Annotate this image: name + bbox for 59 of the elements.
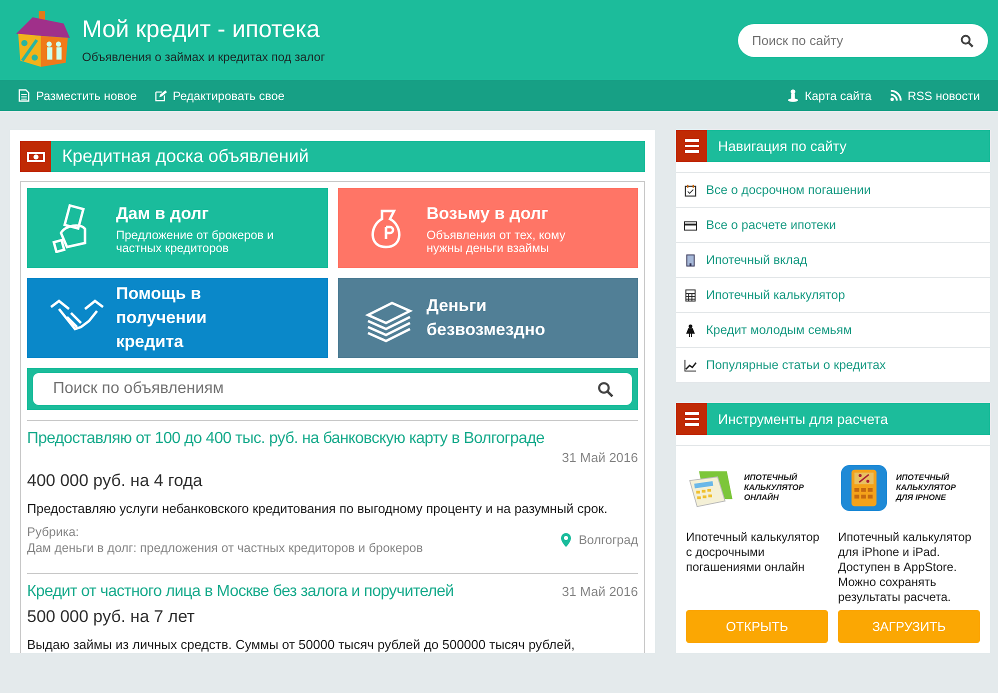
listing-description: Предоставляю услуги небанковского кредитования по выгодному проценту и на разумный срок.	[27, 500, 608, 517]
line-chart-icon	[684, 358, 697, 372]
section-title: Кредитная доска объявлений	[62, 146, 309, 167]
listing-description: Выдаю займы из личных средств. Суммы от 50000 тысяч рублей до 500000 тысяч рублей,	[27, 636, 576, 653]
building-icon	[684, 254, 697, 266]
category-tile[interactable]: Дам в долг Предложение от брокеров и частных кредиторов	[27, 188, 328, 268]
sidebar-link[interactable]: Ипотечный вклад	[684, 253, 808, 267]
ad-search-field[interactable]: Поиск по объявлениям	[33, 373, 632, 405]
nav-link[interactable]: Карта сайта	[786, 88, 872, 102]
site-subtitle: Объявления о займах и кредитах под залог	[82, 50, 325, 64]
tile-subtitle: Объявления от тех, кому нужны деньги взаймы	[426, 228, 566, 254]
woman-icon	[684, 324, 697, 336]
listing-title-link[interactable]: Предоставляю от 100 до 400 тыс. руб. на банковскую карту в Волгограде	[27, 430, 638, 448]
site-title[interactable]: Мой кредит - ипотека	[82, 16, 325, 44]
tile-title: Помощь в получении кредита	[116, 283, 208, 353]
panel-title: Инструменты для расчета	[718, 411, 888, 427]
credit-card-icon	[684, 218, 697, 232]
listing-city: Волгоград	[578, 533, 638, 547]
nav-link[interactable]: Разместить новое	[18, 88, 137, 102]
nav-link[interactable]: RSS новости	[890, 88, 980, 102]
tool-description: Ипотечный калькулятор с досрочными погашениями онлайн	[686, 530, 820, 576]
calculator-icon	[684, 288, 697, 302]
category-tile[interactable]: Деньги безвозмездно	[338, 278, 638, 358]
sidebar-link[interactable]: Все о расчете ипотеки	[684, 218, 836, 232]
listing-date: 31 Май 2016	[562, 450, 638, 465]
map-pin-icon	[560, 533, 571, 547]
tool-button[interactable]: ОТКРЫТЬ	[686, 610, 828, 643]
tool-button[interactable]: ЗАГРУЗИТЬ	[838, 610, 980, 643]
loan-amount: 400 000 руб. на 4 года	[27, 471, 204, 491]
listing-title-link[interactable]: Кредит от частного лица в Москве без залога и поручителей	[27, 583, 454, 601]
sidebar-link[interactable]: Все о досрочном погашении	[684, 183, 871, 197]
site-search-field[interactable]: Поиск по сайту	[738, 24, 988, 56]
sidebar-link[interactable]: Кредит молодым семьям	[684, 323, 852, 337]
tile-title: Возьму в долг	[426, 202, 550, 224]
document-icon	[18, 89, 30, 102]
search-icon[interactable]	[960, 34, 974, 48]
banner-text: ИПОТЕЧНЫЙ КАЛЬКУЛЯТОР ДЛЯ IPHONE	[896, 473, 957, 503]
nav-link[interactable]: Редактировать свое	[154, 88, 285, 102]
tile-subtitle: Предложение от брокеров и частных кредиторов	[116, 228, 275, 254]
edit-icon	[154, 89, 167, 102]
category-label: Рубрика:	[27, 525, 80, 539]
category-name: Дам деньги в долг: предложения от частных кредиторов и брокеров	[27, 541, 423, 555]
rss-icon	[890, 89, 902, 102]
tool-description: Ипотечный калькулятор для iPhone и iPad. Доступен в AppStore. Можно сохранять результаты расчета.	[838, 530, 972, 606]
category-tile[interactable]: Помощь в получении кредита	[27, 278, 328, 358]
tile-title: Деньги безвозмездно	[426, 295, 546, 341]
person-icon	[786, 89, 799, 102]
category-tile[interactable]: Возьму в долг Объявления от тех, кому нужны деньги взаймы	[338, 188, 638, 268]
banknote-icon	[20, 141, 51, 172]
loan-amount: 500 000 руб. на 7 лет	[27, 607, 196, 627]
banner-text: ИПОТЕЧНЫЙ КАЛЬКУЛЯТОР ОНЛАЙН	[744, 473, 805, 503]
tile-title: Дам в долг	[116, 202, 210, 224]
sidebar-link[interactable]: Популярные статьи о кредитах	[684, 358, 886, 372]
calendar-icon	[684, 184, 697, 196]
panel-title: Навигация по сайту	[718, 138, 846, 154]
search-icon[interactable]	[597, 381, 614, 398]
listing-date: 31 Май 2016	[562, 584, 638, 599]
calculator-app-icon	[838, 464, 890, 512]
sidebar-link[interactable]: Ипотечный калькулятор	[684, 288, 846, 302]
